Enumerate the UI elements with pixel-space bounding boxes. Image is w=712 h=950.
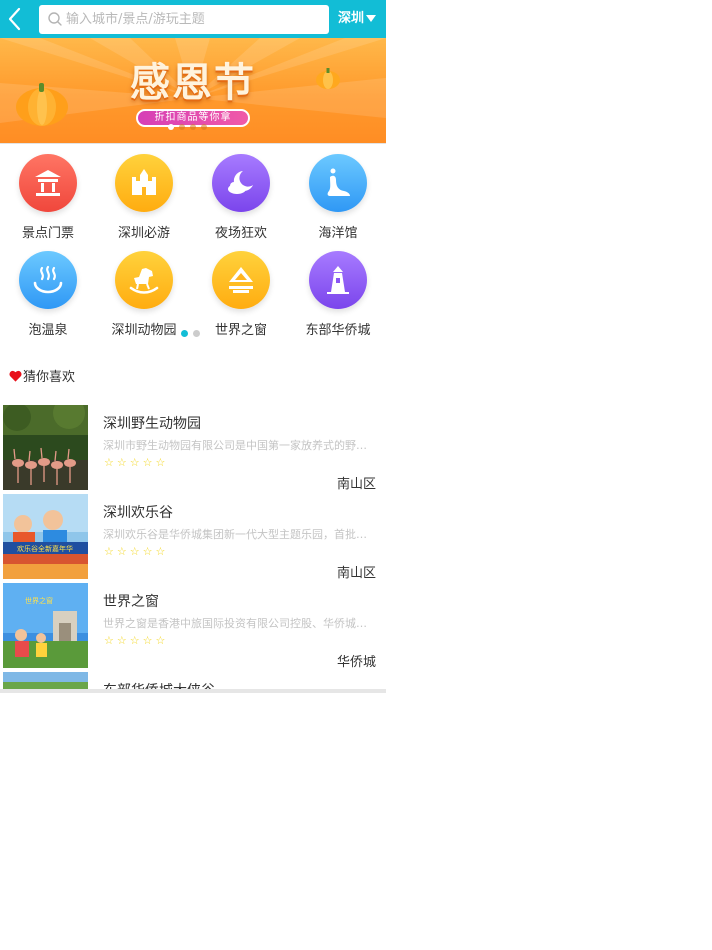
lighthouse-icon bbox=[327, 266, 349, 294]
caret-down-icon bbox=[366, 15, 377, 22]
banner-title: 感恩节 bbox=[130, 59, 256, 106]
bottom-divider bbox=[0, 689, 386, 693]
star-icon: ☆ bbox=[142, 545, 156, 558]
section-title: 猜你喜欢 bbox=[9, 366, 75, 385]
search-box[interactable] bbox=[39, 5, 329, 34]
category-grid: 景点门票 深圳必游 夜场狂欢 海洋馆 泡温泉 深圳动物园 世界之窗 东部华侨城 bbox=[0, 143, 386, 344]
star-icon: ☆ bbox=[129, 634, 143, 647]
pager-dot[interactable] bbox=[193, 330, 200, 337]
banner-pager bbox=[168, 124, 212, 132]
category-label: 东部华侨城 bbox=[305, 323, 371, 338]
pager-dot[interactable] bbox=[168, 124, 174, 130]
list-item[interactable]: 欢乐谷全新嘉年华 深圳欢乐谷 深圳欢乐谷是华侨城集团新一代大型主题乐园，首批国家… bbox=[0, 492, 386, 581]
attraction-district: 南山区 bbox=[336, 477, 376, 492]
star-rating: ☆☆☆☆☆ bbox=[104, 634, 168, 647]
happy-valley-photo: 欢乐谷全新嘉年华 bbox=[3, 494, 88, 579]
window-of-world-photo: 世界之窗 bbox=[3, 583, 88, 668]
category-label: 景点门票 bbox=[21, 226, 74, 241]
pager-dot[interactable] bbox=[181, 330, 188, 337]
star-icon: ☆ bbox=[116, 456, 130, 469]
category-window-of-world[interactable]: 世界之窗 bbox=[193, 251, 289, 338]
list-item[interactable]: 世界之窗 世界之窗 世界之窗是香港中旅国际投资有限公司控股、华侨城集团 ☆☆☆☆… bbox=[0, 581, 386, 670]
city-name: 深圳 bbox=[338, 11, 365, 26]
attraction-description: 深圳市野生动物园有限公司是中国第一家放养式的野生动物园 bbox=[103, 439, 375, 452]
category-label: 海洋馆 bbox=[318, 226, 358, 241]
category-circle bbox=[115, 251, 173, 309]
attraction-name: 世界之窗 bbox=[103, 594, 159, 610]
category-circle bbox=[309, 251, 367, 309]
city-selector[interactable]: 深圳 bbox=[338, 0, 377, 38]
star-icon: ☆ bbox=[155, 456, 169, 469]
category-nightlife[interactable]: 夜场狂欢 bbox=[193, 154, 289, 241]
star-icon: ☆ bbox=[155, 634, 169, 647]
category-label: 深圳动物园 bbox=[111, 323, 177, 338]
star-icon: ☆ bbox=[129, 456, 143, 469]
thumb-caption: 欢乐谷全新嘉年华 bbox=[17, 544, 73, 553]
category-circle bbox=[115, 154, 173, 212]
app-screen: 深圳 感恩节 折扣商品等你拿 bbox=[0, 0, 386, 693]
attraction-description: 世界之窗是香港中旅国际投资有限公司控股、华侨城集团 bbox=[103, 617, 375, 630]
attraction-name: 深圳欢乐谷 bbox=[103, 505, 173, 521]
flamingo-photo bbox=[3, 405, 88, 490]
category-label: 泡温泉 bbox=[28, 323, 68, 338]
star-icon: ☆ bbox=[104, 545, 117, 558]
category-circle bbox=[19, 154, 77, 212]
chevron-left-icon bbox=[8, 7, 21, 31]
rocking-horse-icon bbox=[129, 268, 159, 294]
star-rating: ☆☆☆☆☆ bbox=[104, 545, 168, 558]
list-item[interactable]: 深圳野生动物园 深圳市野生动物园有限公司是中国第一家放养式的野生动物园 ☆☆☆☆… bbox=[0, 403, 386, 492]
search-input[interactable] bbox=[66, 5, 321, 34]
attraction-name: 深圳野生动物园 bbox=[103, 416, 201, 432]
pyramid-icon bbox=[229, 267, 253, 293]
category-shenzhen-zoo[interactable]: 深圳动物园 bbox=[96, 251, 192, 338]
star-icon: ☆ bbox=[142, 456, 156, 469]
star-icon: ☆ bbox=[142, 634, 156, 647]
seal-icon bbox=[327, 168, 350, 196]
category-label: 夜场狂欢 bbox=[214, 226, 267, 241]
hot-spring-icon bbox=[33, 265, 63, 294]
attraction-thumbnail bbox=[3, 405, 88, 490]
category-hot-spring[interactable]: 泡温泉 bbox=[0, 251, 96, 338]
category-label: 世界之窗 bbox=[214, 323, 267, 338]
category-east-oct[interactable]: 东部华侨城 bbox=[290, 251, 386, 338]
star-icon: ☆ bbox=[116, 545, 130, 558]
top-bar: 深圳 bbox=[0, 0, 386, 38]
attraction-thumbnail: 欢乐谷全新嘉年华 bbox=[3, 494, 88, 579]
attraction-district: 南山区 bbox=[336, 566, 376, 581]
category-label: 深圳必游 bbox=[117, 226, 170, 241]
star-icon: ☆ bbox=[116, 634, 130, 647]
pager-dot[interactable] bbox=[179, 124, 185, 130]
pager-dot[interactable] bbox=[190, 124, 196, 130]
star-icon: ☆ bbox=[104, 634, 117, 647]
star-icon: ☆ bbox=[129, 545, 143, 558]
star-rating: ☆☆☆☆☆ bbox=[104, 456, 168, 469]
category-circle bbox=[212, 154, 270, 212]
star-icon: ☆ bbox=[104, 456, 117, 469]
castle-icon bbox=[132, 169, 156, 195]
category-circle bbox=[19, 251, 77, 309]
back-button[interactable] bbox=[4, 5, 26, 33]
moon-cloud-icon bbox=[228, 171, 253, 194]
promo-banner[interactable]: 感恩节 折扣商品等你拿 bbox=[0, 38, 386, 143]
pager-dot[interactable] bbox=[201, 124, 207, 130]
attraction-district: 华侨城 bbox=[336, 655, 376, 670]
category-shenzhen-must-visit[interactable]: 深圳必游 bbox=[96, 154, 192, 241]
temple-icon bbox=[35, 170, 61, 196]
thumb-caption: 世界之窗 bbox=[25, 596, 53, 605]
category-pager bbox=[181, 322, 205, 341]
category-aquarium[interactable]: 海洋馆 bbox=[290, 154, 386, 241]
search-icon bbox=[48, 12, 62, 26]
heart-icon bbox=[9, 370, 22, 382]
star-icon: ☆ bbox=[155, 545, 169, 558]
category-circle bbox=[309, 154, 367, 212]
category-circle bbox=[212, 251, 270, 309]
section-title-text: 猜你喜欢 bbox=[23, 370, 76, 385]
category-scenic-tickets[interactable]: 景点门票 bbox=[0, 154, 96, 241]
attraction-description: 深圳欢乐谷是华侨城集团新一代大型主题乐园，首批国家5A级旅游景区 bbox=[103, 528, 375, 541]
attraction-thumbnail: 世界之窗 bbox=[3, 583, 88, 668]
